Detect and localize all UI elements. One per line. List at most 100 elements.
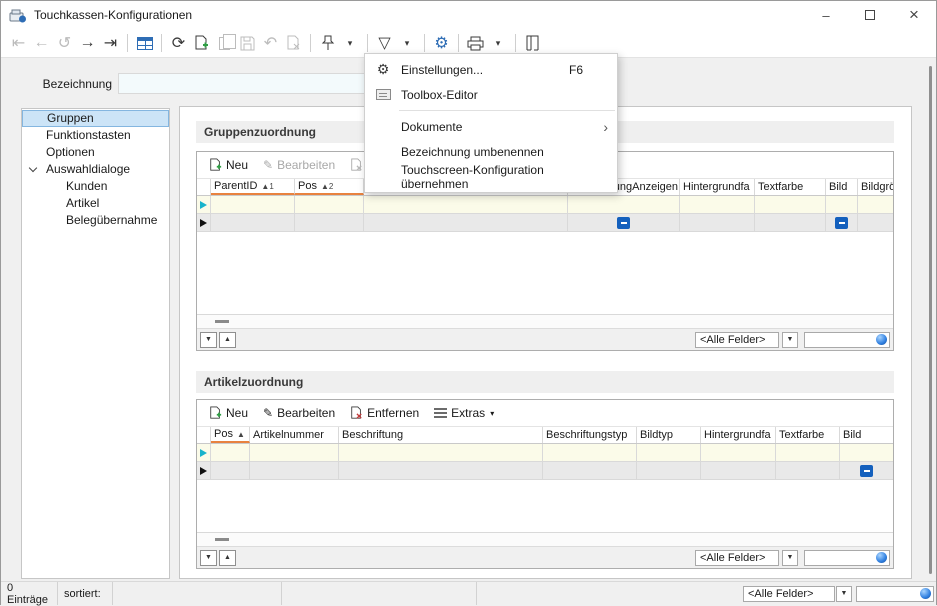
indeterminate-checkbox[interactable] <box>860 465 873 477</box>
record-cell[interactable] <box>701 462 776 479</box>
discard-record-button[interactable] <box>282 31 305 55</box>
next-record-button[interactable]: ▼ <box>200 550 217 566</box>
column-header-pos[interactable]: Pos▲ <box>211 427 250 443</box>
menu-item-bezeichnung-umbenennen[interactable]: Bezeichnung umbenennen <box>365 139 617 164</box>
tree-item-kunden[interactable]: Kunden <box>22 178 169 195</box>
table-view-button[interactable] <box>133 31 156 55</box>
next-record-button[interactable]: ▼ <box>200 332 217 348</box>
record-cell[interactable] <box>826 214 858 231</box>
gruppen-neu-button[interactable]: Neu <box>203 156 254 174</box>
record-cell[interactable] <box>211 214 295 231</box>
column-header-pos[interactable]: Pos▲2 <box>295 179 364 195</box>
artikel-record-row[interactable] <box>197 462 893 480</box>
new-record-button[interactable] <box>190 31 213 55</box>
indeterminate-checkbox[interactable] <box>617 217 630 229</box>
filter-cell[interactable] <box>776 444 840 461</box>
print-dropdown-button[interactable]: ▾ <box>487 31 510 55</box>
filter-cell[interactable] <box>211 444 250 461</box>
gruppen-field-filter-dropdown[interactable]: <Alle Felder> <box>695 332 779 348</box>
filter-cell[interactable] <box>364 196 568 213</box>
filter-cell[interactable] <box>568 196 680 213</box>
record-cell[interactable] <box>858 214 893 231</box>
status-field-filter-arrow[interactable]: ▼ <box>836 586 852 602</box>
gruppen-filter-row[interactable] <box>197 196 893 214</box>
print-button[interactable] <box>464 31 487 55</box>
history-button[interactable]: ↺ <box>53 31 76 55</box>
search-sphere-icon[interactable] <box>920 588 931 599</box>
minimize-button[interactable]: – <box>804 1 848 29</box>
pin-dropdown-button[interactable]: ▾ <box>339 31 362 55</box>
nav-forward-button[interactable]: → <box>76 31 99 55</box>
artikel-field-filter-dropdown[interactable]: <Alle Felder> <box>695 550 779 566</box>
column-header-hintergrundfarbe[interactable]: Hintergrundfa <box>680 179 755 195</box>
maximize-button[interactable] <box>848 1 892 29</box>
refresh-button[interactable]: ⟳ <box>167 31 190 55</box>
filter-cell[interactable] <box>826 196 858 213</box>
status-search-input[interactable] <box>857 588 920 600</box>
artikel-filter-row[interactable] <box>197 444 893 462</box>
record-cell[interactable] <box>211 462 250 479</box>
vertical-scrollbar[interactable] <box>929 66 932 574</box>
close-button[interactable]: × <box>892 1 936 29</box>
column-header-bild[interactable]: Bild <box>826 179 858 195</box>
column-header-artikelnummer[interactable]: Artikelnummer <box>250 427 339 443</box>
artikel-entfernen-button[interactable]: Entfernen <box>344 404 425 422</box>
filter-cell[interactable] <box>250 444 339 461</box>
column-header-bildgroesse[interactable]: Bildgrö <box>858 179 893 195</box>
tree-item-belegübernahme[interactable]: Belegübernahme <box>22 212 169 229</box>
search-sphere-icon[interactable] <box>876 334 887 345</box>
column-header-textfarbe[interactable]: Textfarbe <box>776 427 840 443</box>
column-header-hintergrundfarbe[interactable]: Hintergrundfa <box>701 427 776 443</box>
tree-item-funktionstasten[interactable]: Funktionstasten <box>22 127 169 144</box>
record-cell[interactable] <box>568 214 680 231</box>
filter-cell[interactable] <box>339 444 543 461</box>
previous-record-button[interactable]: ▲ <box>219 550 236 566</box>
menu-item-einstellungen[interactable]: ⚙ Einstellungen... F6 <box>365 57 617 82</box>
column-header-bildtyp[interactable]: Bildtyp <box>637 427 701 443</box>
record-cell[interactable] <box>776 462 840 479</box>
tree-item-auswahldialoge[interactable]: Auswahldialoge <box>22 161 169 178</box>
column-header-beschriftung[interactable]: Beschriftung <box>339 427 543 443</box>
save-button[interactable] <box>236 31 259 55</box>
record-cell[interactable] <box>543 462 637 479</box>
splitter-handle[interactable] <box>215 320 229 323</box>
record-cell[interactable] <box>295 214 364 231</box>
filter-cell[interactable] <box>637 444 701 461</box>
previous-record-button[interactable]: ▲ <box>219 332 236 348</box>
record-cell[interactable] <box>637 462 701 479</box>
menu-item-touchscreen-konfiguration-uebernehmen[interactable]: Touchscreen-Konfiguration übernehmen <box>365 164 617 189</box>
filter-cell[interactable] <box>701 444 776 461</box>
tree-item-gruppen[interactable]: Gruppen <box>22 110 169 127</box>
undo-button[interactable]: ↶ <box>259 31 282 55</box>
filter-cell[interactable] <box>840 444 893 461</box>
chevron-expanded-icon[interactable] <box>29 164 37 172</box>
filter-cell[interactable] <box>211 196 295 213</box>
record-cell[interactable] <box>250 462 339 479</box>
nav-last-button[interactable]: ⇥ <box>99 31 122 55</box>
record-cell[interactable] <box>680 214 755 231</box>
gruppen-record-row[interactable] <box>197 214 893 232</box>
artikel-field-filter-arrow[interactable]: ▼ <box>782 550 798 566</box>
filter-cell[interactable] <box>543 444 637 461</box>
filter-cell[interactable] <box>680 196 755 213</box>
indeterminate-checkbox[interactable] <box>835 217 848 229</box>
record-cell[interactable] <box>339 462 543 479</box>
tree-item-artikel[interactable]: Artikel <box>22 195 169 212</box>
filter-cell[interactable] <box>295 196 364 213</box>
tree-item-optionen[interactable]: Optionen <box>22 144 169 161</box>
filter-button[interactable]: ▽ <box>373 31 396 55</box>
artikel-extras-button[interactable]: Extras ▾ <box>428 404 500 422</box>
pin-button[interactable] <box>316 31 339 55</box>
filter-cell[interactable] <box>755 196 826 213</box>
column-header-bild[interactable]: Bild <box>840 427 893 443</box>
exit-button[interactable] <box>521 31 544 55</box>
gruppen-bearbeiten-button[interactable]: ✎ Bearbeiten <box>257 156 341 174</box>
record-cell[interactable] <box>840 462 893 479</box>
menu-item-dokumente[interactable]: Dokumente › <box>365 114 617 139</box>
nav-first-button[interactable]: ⇤ <box>7 31 30 55</box>
column-header-textfarbe[interactable]: Textfarbe <box>755 179 826 195</box>
record-cell[interactable] <box>364 214 568 231</box>
filter-dropdown-button[interactable]: ▾ <box>396 31 419 55</box>
artikel-search-input[interactable] <box>805 552 876 564</box>
settings-button[interactable]: ⚙ <box>430 31 453 55</box>
